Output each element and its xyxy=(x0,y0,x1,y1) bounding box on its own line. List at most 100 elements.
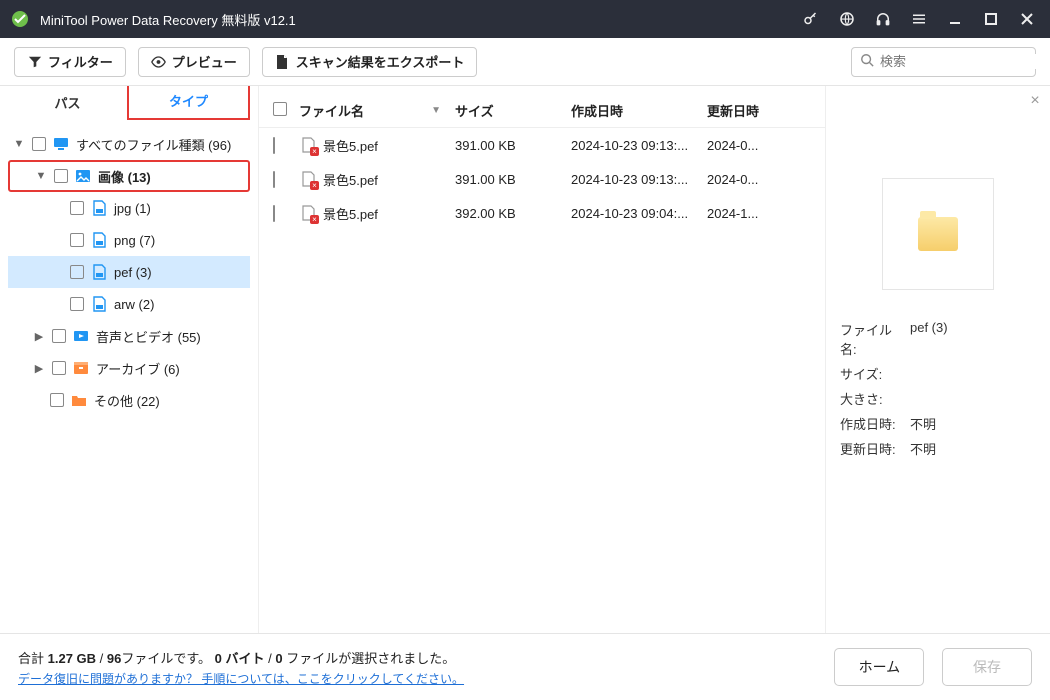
file-size: 391.00 KB xyxy=(455,138,571,153)
save-button[interactable]: 保存 xyxy=(942,648,1032,686)
file-row[interactable]: ×景色5.pef391.00 KB2024-10-23 09:13:...202… xyxy=(259,162,825,196)
search-box[interactable] xyxy=(851,47,1036,77)
close-icon[interactable] xyxy=(1014,6,1040,32)
file-deleted-icon: × xyxy=(299,136,317,154)
folder-icon xyxy=(918,217,958,251)
eye-icon xyxy=(151,54,166,69)
checkbox[interactable] xyxy=(54,169,68,183)
tree-arw[interactable]: arw (2) xyxy=(8,288,250,320)
archive-icon xyxy=(72,359,90,377)
preview-thumbnail xyxy=(882,178,994,290)
file-icon xyxy=(90,295,108,313)
checkbox[interactable] xyxy=(273,171,275,188)
file-row[interactable]: ×景色5.pef392.00 KB2024-10-23 09:04:...202… xyxy=(259,196,825,230)
checkbox[interactable] xyxy=(50,393,64,407)
tree-archive[interactable]: ▶ アーカイブ (6) xyxy=(8,352,250,384)
export-icon xyxy=(275,54,290,69)
chevron-right-icon[interactable]: ▶ xyxy=(32,330,46,343)
file-deleted-icon: × xyxy=(299,204,317,222)
key-icon[interactable] xyxy=(798,6,824,32)
chevron-right-icon[interactable]: ▶ xyxy=(32,362,46,375)
column-size[interactable]: サイズ xyxy=(455,101,571,120)
statusbar: 合計 1.27 GB / 96ファイルです。 0 バイト / 0 ファイルが選択… xyxy=(0,633,1050,700)
file-size: 392.00 KB xyxy=(455,206,571,221)
tree-label: 音声とビデオ (55) xyxy=(96,327,201,346)
preview-key: サイズ: xyxy=(840,364,900,383)
minimize-icon[interactable] xyxy=(942,6,968,32)
file-icon xyxy=(90,231,108,249)
preview-key: 更新日時: xyxy=(840,439,900,458)
preview-label: プレビュー xyxy=(172,52,237,71)
file-row[interactable]: ×景色5.pef391.00 KB2024-10-23 09:13:...202… xyxy=(259,128,825,162)
column-name[interactable]: ファイル名▼ xyxy=(299,101,455,120)
checkbox[interactable] xyxy=(70,297,84,311)
file-modified: 2024-0... xyxy=(707,172,797,187)
monitor-icon xyxy=(52,135,70,153)
preview-key: 作成日時: xyxy=(840,414,900,433)
checkbox[interactable] xyxy=(70,201,84,215)
preview-key: 大きさ: xyxy=(840,389,900,408)
search-input[interactable] xyxy=(880,54,1050,69)
preview-key: ファイル名: xyxy=(840,320,900,358)
search-icon xyxy=(860,53,874,70)
tree-jpg[interactable]: jpg (1) xyxy=(8,192,250,224)
column-created[interactable]: 作成日時 xyxy=(571,101,707,120)
video-icon xyxy=(72,327,90,345)
checkbox[interactable] xyxy=(52,329,66,343)
tree-label: png (7) xyxy=(114,233,155,248)
tree-root[interactable]: ▼ すべてのファイル種類 (96) xyxy=(8,128,250,160)
tree-pef[interactable]: pef (3) xyxy=(8,256,250,288)
file-name: 景色5.pef xyxy=(323,170,378,189)
tree-label: 画像 (13) xyxy=(98,167,151,186)
home-button[interactable]: ホーム xyxy=(834,648,924,686)
tree-label: すべてのファイル種類 (96) xyxy=(76,135,231,154)
chevron-down-icon[interactable]: ▼ xyxy=(12,138,26,150)
status-text: 合計 1.27 GB / 96ファイルです。 0 バイト / 0 ファイルが選択… xyxy=(18,648,464,667)
funnel-icon xyxy=(27,54,42,69)
filter-label: フィルター xyxy=(48,52,113,71)
file-list: ファイル名▼ サイズ 作成日時 更新日時 ×景色5.pef391.00 KB20… xyxy=(258,86,826,633)
folder-icon xyxy=(70,391,88,409)
export-label: スキャン結果をエクスポート xyxy=(296,52,465,71)
titlebar: MiniTool Power Data Recovery 無料版 v12.1 xyxy=(0,0,1050,38)
file-modified: 2024-1... xyxy=(707,206,797,221)
tree-label: jpg (1) xyxy=(114,201,151,216)
tree-label: pef (3) xyxy=(114,265,152,280)
checkbox[interactable] xyxy=(52,361,66,375)
globe-icon[interactable] xyxy=(834,6,860,32)
help-link[interactable]: データ復旧に問題がありますか？ 手順については、ここをクリックしてください。 xyxy=(18,670,464,687)
app-icon xyxy=(10,9,30,29)
export-button[interactable]: スキャン結果をエクスポート xyxy=(262,47,478,77)
file-created: 2024-10-23 09:04:... xyxy=(571,206,707,221)
tree-audio-video[interactable]: ▶ 音声とビデオ (55) xyxy=(8,320,250,352)
preview-button[interactable]: プレビュー xyxy=(138,47,250,77)
column-modified[interactable]: 更新日時 xyxy=(707,101,797,120)
tree-other[interactable]: その他 (22) xyxy=(8,384,250,416)
checkbox[interactable] xyxy=(70,265,84,279)
tab-path[interactable]: パス xyxy=(8,86,127,120)
preview-value: pef (3) xyxy=(910,320,948,358)
maximize-icon[interactable] xyxy=(978,6,1004,32)
headphones-icon[interactable] xyxy=(870,6,896,32)
menu-icon[interactable] xyxy=(906,6,932,32)
image-icon xyxy=(74,167,92,185)
file-header: ファイル名▼ サイズ 作成日時 更新日時 xyxy=(259,94,825,128)
tab-type[interactable]: タイプ xyxy=(127,86,250,120)
preview-panel: × ファイル名:pef (3) サイズ: 大きさ: 作成日時:不明 更新日時:不… xyxy=(826,86,1050,633)
file-created: 2024-10-23 09:13:... xyxy=(571,138,707,153)
preview-value: 不明 xyxy=(910,439,936,458)
file-created: 2024-10-23 09:13:... xyxy=(571,172,707,187)
checkbox[interactable] xyxy=(273,137,275,154)
file-name: 景色5.pef xyxy=(323,136,378,155)
file-size: 391.00 KB xyxy=(455,172,571,187)
checkbox[interactable] xyxy=(273,205,275,222)
checkbox[interactable] xyxy=(70,233,84,247)
tree-png[interactable]: png (7) xyxy=(8,224,250,256)
sort-desc-icon: ▼ xyxy=(431,105,441,116)
tree-images[interactable]: ▼ 画像 (13) xyxy=(8,160,250,192)
checkbox[interactable] xyxy=(32,137,46,151)
checkbox-all[interactable] xyxy=(273,102,287,116)
filter-button[interactable]: フィルター xyxy=(14,47,126,77)
close-preview-icon[interactable]: × xyxy=(1026,92,1044,110)
chevron-down-icon[interactable]: ▼ xyxy=(34,170,48,182)
